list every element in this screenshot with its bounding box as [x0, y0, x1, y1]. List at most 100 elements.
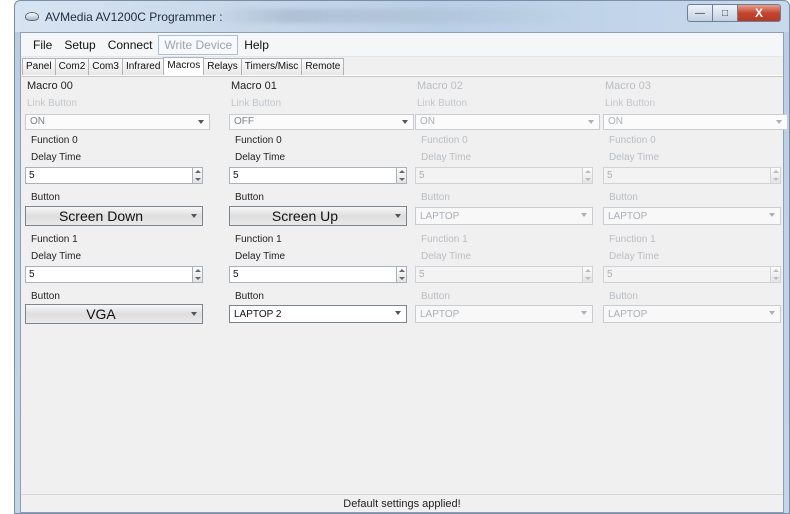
button-label: Button: [421, 192, 450, 203]
selected-button: LAPTOP: [420, 211, 460, 222]
function-1-button-select[interactable]: LAPTOP: [415, 305, 593, 323]
tab-infrared[interactable]: Infrared: [121, 58, 165, 75]
menu-help[interactable]: Help: [238, 35, 275, 55]
function-1-delay-stepper[interactable]: 5: [603, 266, 781, 283]
macro-01-group: Macro 01 Link Button OFF Function 0 Dela…: [229, 77, 414, 367]
link-button-label: Link Button: [231, 98, 282, 109]
function-0-button-select[interactable]: Screen Down: [25, 206, 203, 226]
spin-arrows-icon[interactable]: [192, 167, 203, 184]
menu-write-device[interactable]: Write Device: [158, 34, 239, 55]
function-0-button-select[interactable]: LAPTOP: [603, 207, 781, 225]
spin-arrows-icon[interactable]: [192, 266, 203, 283]
macro-title: Macro 02: [417, 80, 463, 92]
delay-value: 5: [233, 269, 239, 280]
link-button-label: Link Button: [417, 98, 468, 109]
button-label: Button: [235, 192, 264, 203]
menu-bar: File Setup Connect Write Device Help: [21, 33, 783, 57]
link-button-select[interactable]: ON: [25, 114, 210, 130]
delay-value: 5: [607, 269, 613, 280]
spin-arrows-icon[interactable]: [770, 266, 781, 283]
function-1-label: Function 1: [421, 234, 468, 245]
menu-setup[interactable]: Setup: [58, 35, 101, 55]
delay-value: 5: [233, 170, 239, 181]
function-0-delay-stepper[interactable]: 5: [603, 167, 781, 184]
link-button-select[interactable]: ON: [603, 114, 788, 130]
link-button-value: OFF: [234, 116, 254, 127]
tab-macros[interactable]: Macros: [163, 57, 205, 75]
function-0-delay-stepper[interactable]: 5: [25, 167, 203, 184]
chevron-down-icon: [191, 214, 197, 218]
function-1-delay-stepper[interactable]: 5: [415, 266, 593, 283]
delay-time-label: Delay Time: [421, 152, 472, 163]
function-0-button-select[interactable]: LAPTOP: [415, 207, 593, 225]
function-1-delay-stepper[interactable]: 5: [25, 266, 203, 283]
chevron-down-icon: [769, 213, 775, 217]
title-blur: [215, 9, 575, 23]
chevron-down-icon: [581, 213, 587, 217]
tab-com3[interactable]: Com3: [88, 58, 123, 75]
selected-button: Screen Down: [58, 208, 144, 224]
tab-remote[interactable]: Remote: [301, 58, 345, 75]
selected-button: LAPTOP 2: [234, 309, 282, 320]
function-0-label: Function 0: [421, 135, 468, 146]
button-label: Button: [609, 291, 638, 302]
menu-connect[interactable]: Connect: [102, 35, 159, 55]
title-bar[interactable]: AVMedia AV1200C Programmer : — □ X: [15, 1, 789, 32]
button-label: Button: [235, 291, 264, 302]
status-text: Default settings applied!: [343, 497, 461, 510]
macro-03-group: Macro 03 Link Button ON Function 0 Delay…: [603, 77, 788, 367]
function-1-label: Function 1: [609, 234, 656, 245]
chevron-down-icon: [198, 120, 204, 124]
function-0-label: Function 0: [235, 135, 282, 146]
button-label: Button: [421, 291, 450, 302]
spin-arrows-icon[interactable]: [582, 167, 593, 184]
function-0-label: Function 0: [31, 135, 78, 146]
function-1-button-select[interactable]: VGA: [25, 304, 203, 324]
delay-time-label: Delay Time: [609, 251, 660, 262]
spin-arrows-icon[interactable]: [396, 266, 407, 283]
menu-file[interactable]: File: [27, 35, 58, 55]
tab-panel[interactable]: Panel: [22, 58, 56, 75]
spin-arrows-icon[interactable]: [770, 167, 781, 184]
delay-time-label: Delay Time: [235, 251, 286, 262]
tab-strip: Panel Com2 Com3 Infrared Macros Relays T…: [21, 57, 783, 75]
selected-button: VGA: [86, 306, 116, 322]
link-button-select[interactable]: ON: [415, 114, 600, 130]
function-1-label: Function 1: [31, 234, 78, 245]
tab-relays[interactable]: Relays: [203, 58, 242, 75]
delay-time-label: Delay Time: [31, 251, 82, 262]
chevron-down-icon: [395, 311, 401, 315]
chevron-down-icon: [191, 312, 197, 316]
function-0-button-select[interactable]: Screen Up: [229, 206, 407, 226]
delay-value: 5: [419, 170, 425, 181]
client-area: File Setup Connect Write Device Help Pan…: [20, 32, 788, 513]
function-1-delay-stepper[interactable]: 5: [229, 266, 407, 283]
delay-value: 5: [29, 269, 35, 280]
link-button-select[interactable]: OFF: [229, 114, 414, 130]
window-title: AVMedia AV1200C Programmer :: [45, 10, 223, 24]
status-bar: Default settings applied!: [21, 494, 783, 512]
delay-time-label: Delay Time: [421, 251, 472, 262]
tab-com2[interactable]: Com2: [54, 58, 90, 75]
chevron-down-icon: [776, 120, 782, 124]
close-button[interactable]: X: [737, 4, 781, 22]
function-0-delay-stepper[interactable]: 5: [229, 167, 407, 184]
tab-timers-misc[interactable]: Timers/Misc: [240, 58, 303, 75]
spin-arrows-icon[interactable]: [396, 167, 407, 184]
delay-value: 5: [607, 170, 613, 181]
function-1-button-select[interactable]: LAPTOP 2: [229, 305, 407, 323]
app-window: AVMedia AV1200C Programmer : — □ X File …: [14, 0, 790, 514]
chevron-down-icon: [581, 311, 587, 315]
selected-button: LAPTOP: [420, 309, 460, 320]
function-1-button-select[interactable]: LAPTOP: [603, 305, 781, 323]
delay-value: 5: [29, 170, 35, 181]
function-0-label: Function 0: [609, 135, 656, 146]
function-0-delay-stepper[interactable]: 5: [415, 167, 593, 184]
spin-arrows-icon[interactable]: [582, 266, 593, 283]
link-button-value: ON: [420, 116, 435, 127]
minimize-button[interactable]: —: [687, 4, 713, 22]
link-button-value: ON: [30, 116, 45, 127]
maximize-button[interactable]: □: [712, 4, 738, 22]
macros-panel: Macro 00 Link Button ON Function 0 Delay…: [21, 76, 788, 494]
button-label: Button: [31, 192, 60, 203]
